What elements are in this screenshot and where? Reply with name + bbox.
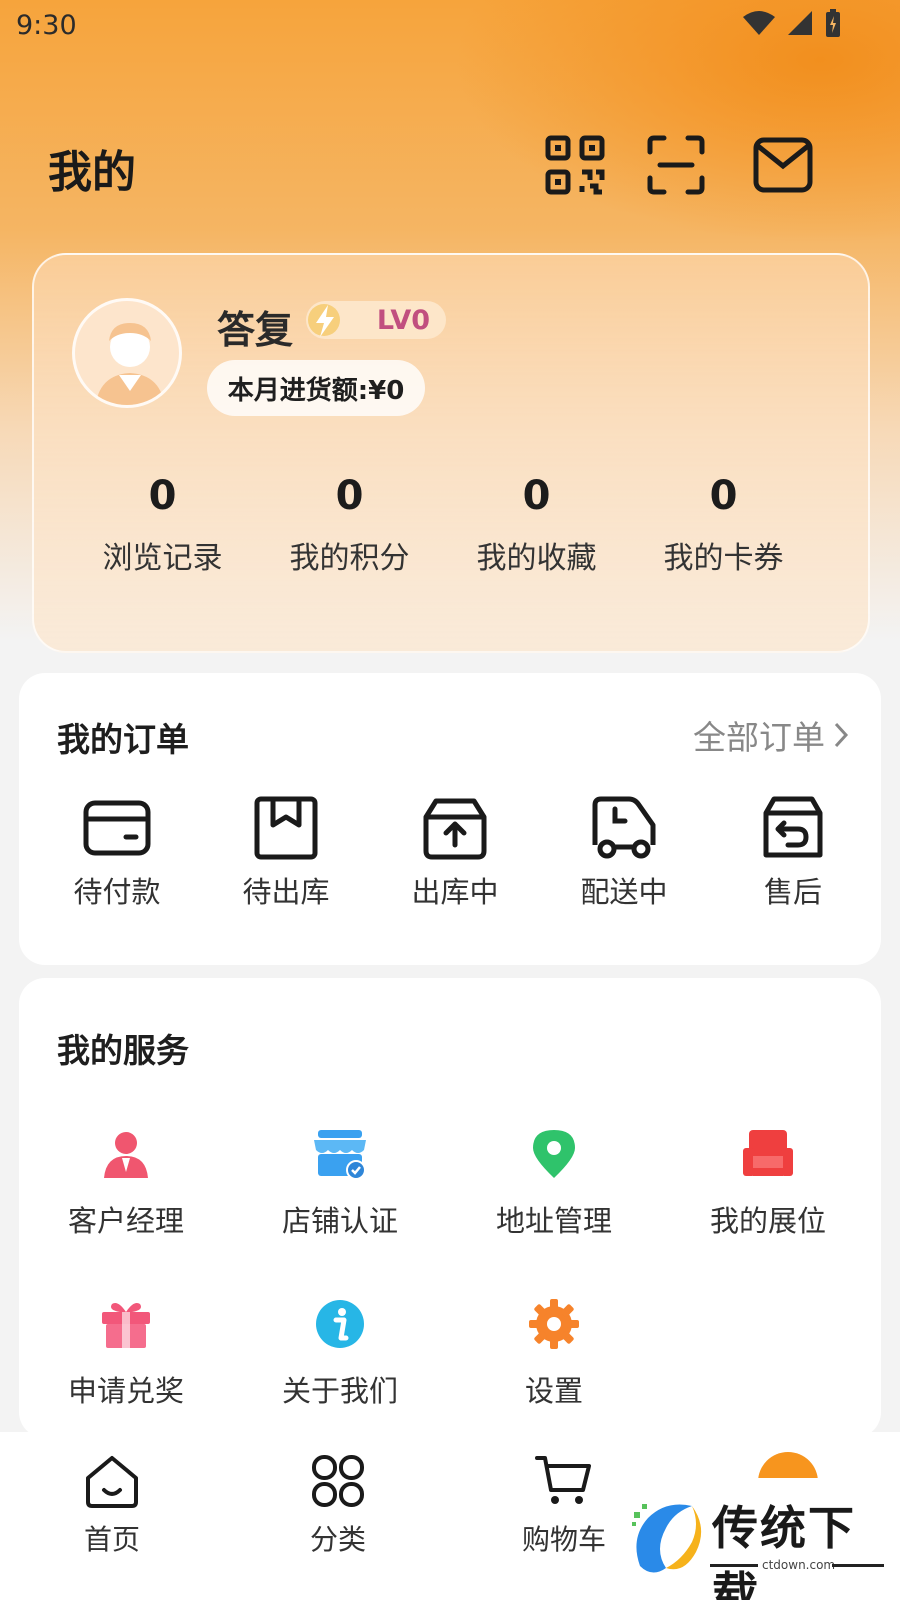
tab-label: 购物车 <box>521 1523 606 1556</box>
status-time: 9:30 <box>16 10 77 41</box>
wifi-icon <box>743 11 775 35</box>
tab-label: 分类 <box>309 1523 366 1556</box>
stat-label: 我的积分 <box>289 541 410 576</box>
services-card: 我的服务 客户经理 店铺认证 地址管理 我的展位 申请兑奖 关于我们 设置 <box>19 978 881 1438</box>
level-text: LV0 <box>376 304 430 336</box>
qr-code-icon[interactable] <box>544 134 606 196</box>
service-label: 申请兑奖 <box>67 1374 184 1408</box>
cart-icon <box>535 1456 591 1504</box>
wallet-icon <box>83 800 151 856</box>
info-icon <box>316 1300 364 1348</box>
service-settings[interactable]: 设置 <box>447 1298 661 1410</box>
service-about-us[interactable]: 关于我们 <box>233 1298 447 1410</box>
sofa-icon <box>743 1130 793 1176</box>
avatar-person-icon <box>95 323 165 405</box>
watermark-line <box>832 1564 884 1567</box>
store-verify-icon <box>314 1130 366 1180</box>
manager-icon <box>104 1132 148 1178</box>
service-customer-manager[interactable]: 客户经理 <box>19 1128 233 1240</box>
stat-label: 浏览记录 <box>102 541 223 576</box>
order-label: 配送中 <box>580 875 668 909</box>
stat-label: 我的卡券 <box>663 541 784 576</box>
status-icons <box>742 8 842 38</box>
tab-home[interactable]: 首页 <box>42 1454 182 1558</box>
truck-icon <box>592 796 656 859</box>
service-address-management[interactable]: 地址管理 <box>447 1128 661 1240</box>
order-pending-shipment[interactable]: 待出库 <box>200 795 372 911</box>
stat-browse-history[interactable]: 0 浏览记录 <box>67 473 258 577</box>
stat-value: 0 <box>522 473 551 519</box>
battery-icon <box>826 9 840 37</box>
chevron-right-icon <box>834 722 849 748</box>
stat-value: 0 <box>148 473 177 519</box>
service-apply-prize[interactable]: 申请兑奖 <box>19 1298 233 1410</box>
service-label: 设置 <box>524 1374 583 1408</box>
order-after-sales[interactable]: 售后 <box>707 795 879 911</box>
watermark-url: ctdown.com <box>762 1558 836 1572</box>
stat-favorites[interactable]: 0 我的收藏 <box>441 473 632 577</box>
gift-icon <box>102 1303 150 1348</box>
orders-card: 我的订单 全部订单 待付款 待出库 出库中 配送中 售后 <box>19 673 881 965</box>
return-box-icon <box>763 796 823 858</box>
order-label: 出库中 <box>411 875 499 909</box>
monthly-purchase-amount: 本月进货额:¥0 <box>207 360 425 416</box>
order-shipping-out[interactable]: 出库中 <box>369 795 541 911</box>
level-badge: LV0 <box>306 301 446 339</box>
orders-title: 我的订单 <box>57 720 189 759</box>
gear-icon <box>529 1299 579 1349</box>
order-label: 售后 <box>763 875 822 909</box>
stat-coupons[interactable]: 0 我的卡券 <box>628 473 819 577</box>
watermark-line <box>710 1564 758 1567</box>
service-store-verify[interactable]: 店铺认证 <box>233 1128 447 1240</box>
stat-value: 0 <box>335 473 364 519</box>
tab-category[interactable]: 分类 <box>268 1454 408 1558</box>
all-orders-link[interactable]: 全部订单 <box>693 711 849 759</box>
location-pin-icon <box>533 1130 575 1178</box>
username: 答复 <box>217 308 294 352</box>
status-bar: 9:30 <box>0 0 900 50</box>
order-in-delivery[interactable]: 配送中 <box>538 795 710 911</box>
category-icon <box>312 1455 364 1507</box>
avatar[interactable] <box>72 298 182 408</box>
package-icon <box>254 796 318 860</box>
watermark: 传统下载 ctdown.com <box>622 1478 900 1600</box>
signal-icon <box>788 11 812 35</box>
service-label: 客户经理 <box>67 1204 184 1238</box>
watermark-logo-icon <box>632 1504 702 1573</box>
watermark-text: 传统下载 <box>712 1501 856 1600</box>
services-title: 我的服务 <box>57 1031 189 1070</box>
tab-cart[interactable]: 购物车 <box>494 1454 634 1558</box>
tab-label: 首页 <box>83 1523 140 1556</box>
lightning-icon <box>308 304 340 337</box>
order-label: 待付款 <box>73 875 161 909</box>
stat-points[interactable]: 0 我的积分 <box>254 473 445 577</box>
page-title: 我的 <box>48 147 136 198</box>
order-pending-payment[interactable]: 待付款 <box>31 795 203 911</box>
profile-card: 答复 LV0 本月进货额:¥0 0 浏览记录 0 我的积分 0 我的收藏 0 我… <box>32 253 870 653</box>
order-label: 待出库 <box>242 875 330 909</box>
service-label: 关于我们 <box>281 1374 398 1408</box>
service-label: 地址管理 <box>495 1204 612 1238</box>
service-my-booth[interactable]: 我的展位 <box>661 1128 875 1240</box>
service-label: 店铺认证 <box>281 1204 398 1238</box>
all-orders-label: 全部订单 <box>693 718 825 757</box>
home-icon <box>86 1456 138 1508</box>
service-label: 我的展位 <box>709 1204 826 1238</box>
stat-label: 我的收藏 <box>476 541 597 576</box>
stat-value: 0 <box>709 473 738 519</box>
box-upload-icon <box>423 798 487 860</box>
message-icon[interactable] <box>752 134 814 196</box>
scan-icon[interactable] <box>646 134 706 196</box>
